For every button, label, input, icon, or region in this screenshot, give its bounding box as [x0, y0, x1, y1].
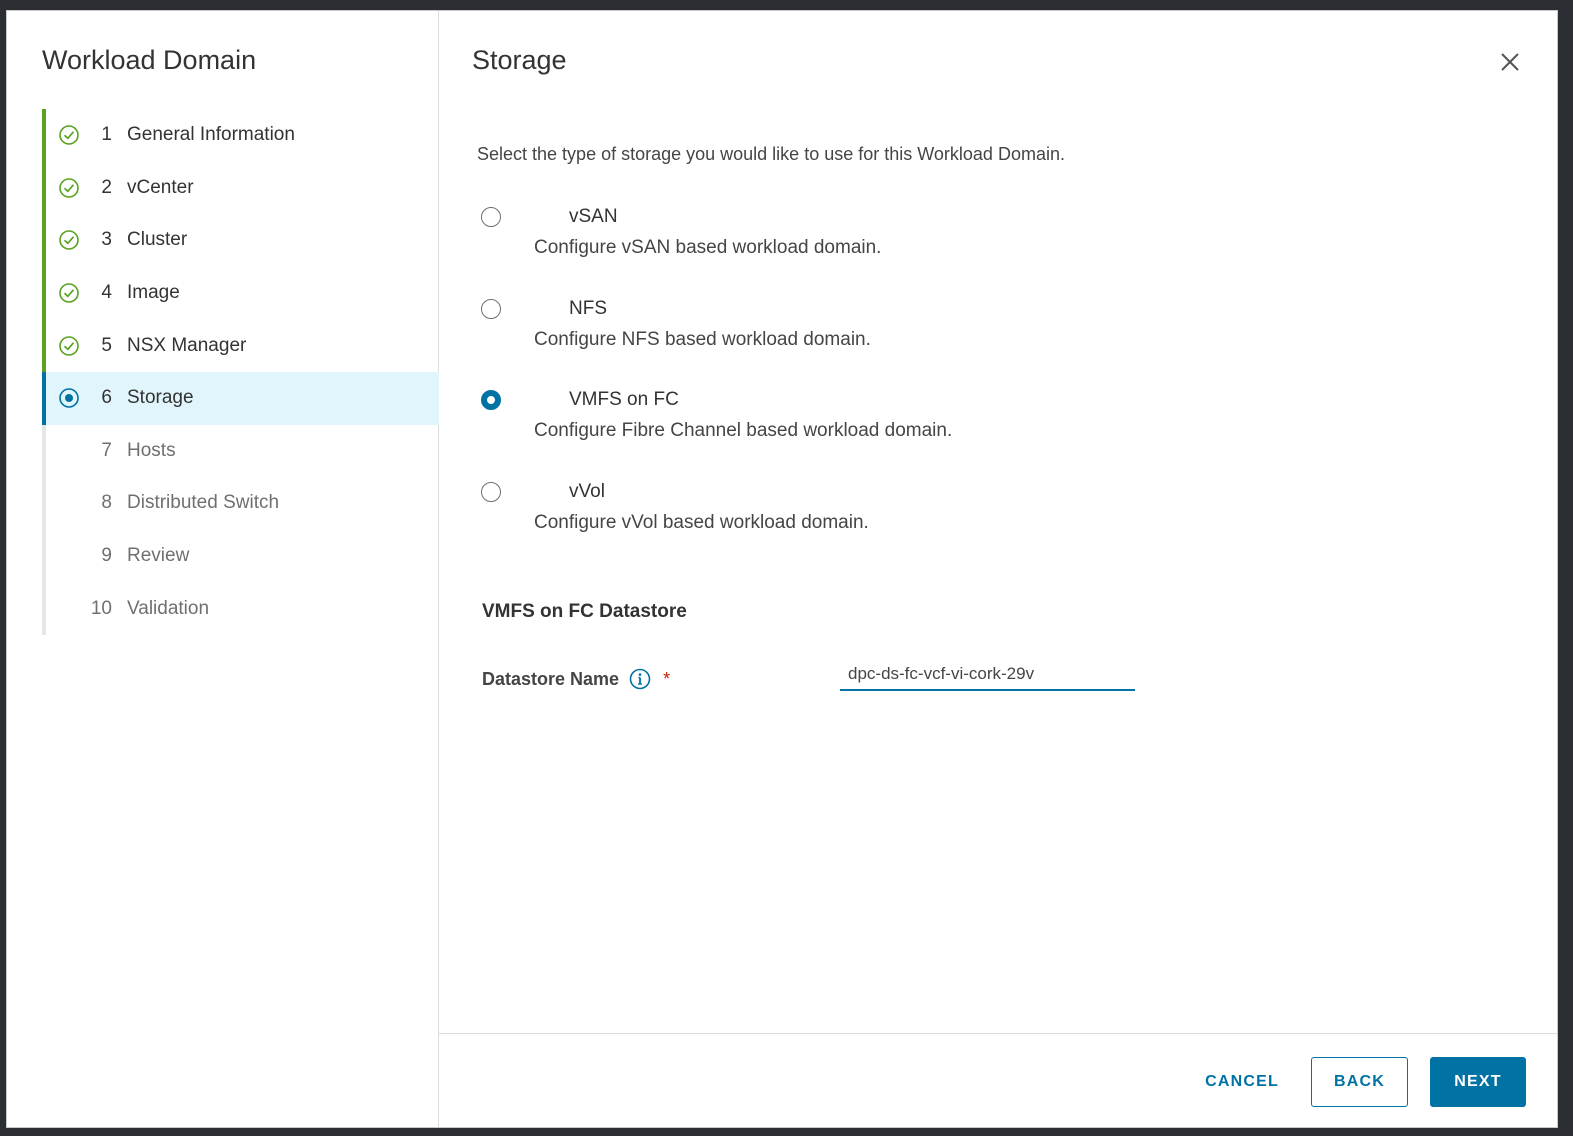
- step-label: Distributed Switch: [127, 492, 280, 514]
- check-circle-icon: [58, 177, 80, 199]
- step-number: 7: [101, 439, 112, 461]
- step-number: 9: [101, 545, 112, 567]
- wizard-title: Workload Domain: [42, 45, 257, 75]
- info-circle-icon[interactable]: [629, 668, 651, 690]
- storage-type-radio-group: vSAN Configure vSAN based workload domain…: [479, 201, 1379, 567]
- storage-option-nfs: NFS Configure NFS based workload domain.: [479, 293, 1379, 385]
- storage-option-vvol: vVol Configure vVol based workload domain…: [479, 476, 1379, 568]
- step-placeholder: [58, 492, 80, 514]
- radio-button[interactable]: [481, 390, 501, 410]
- step-label: Image: [127, 282, 180, 304]
- wizard-step-validation[interactable]: 10 Validation: [42, 582, 439, 635]
- step-label: Cluster: [127, 229, 188, 251]
- wizard-step-vcenter[interactable]: 2 vCenter: [42, 161, 439, 215]
- step-label: Review: [127, 545, 190, 567]
- radio-label[interactable]: NFS: [569, 298, 607, 320]
- wizard-footer: CANCEL BACK NEXT: [439, 1033, 1557, 1130]
- workload-domain-wizard-modal: Workload Domain 1 General Information 2 vCe…: [6, 10, 1558, 1128]
- step-label: NSX Manager: [127, 334, 247, 356]
- datastore-section-title: VMFS on FC Datastore: [482, 601, 687, 622]
- datastore-name-label-text: Datastore Name: [482, 668, 620, 689]
- wizard-step-storage[interactable]: 6 Storage: [42, 371, 439, 425]
- step-number: 2: [101, 176, 112, 198]
- wizard-steps-pane: Workload Domain 1 General Information 2 vCe…: [7, 11, 439, 1127]
- radio-label[interactable]: vSAN: [569, 206, 618, 228]
- wizard-step-review[interactable]: 9 Review: [42, 529, 439, 583]
- radio-description: Configure vVol based workload domain.: [534, 511, 869, 533]
- dot-circle-icon: [58, 387, 80, 409]
- close-icon: [1501, 53, 1519, 71]
- radio-button[interactable]: [481, 481, 501, 502]
- step-number: 3: [101, 229, 112, 251]
- step-number: 4: [101, 282, 112, 304]
- required-indicator: *: [663, 668, 671, 689]
- radio-label[interactable]: VMFS on FC: [569, 389, 679, 411]
- step-number: 6: [101, 387, 112, 409]
- step-label: vCenter: [127, 176, 194, 198]
- radio-description: Configure NFS based workload domain.: [534, 328, 871, 350]
- storage-option-vsan: vSAN Configure vSAN based workload domain…: [479, 201, 1379, 293]
- check-circle-icon: [58, 282, 80, 304]
- storage-intro-text: Select the type of storage you would lik…: [477, 144, 1065, 164]
- radio-button[interactable]: [481, 298, 501, 319]
- next-button[interactable]: NEXT: [1430, 1057, 1526, 1107]
- radio-description: Configure vSAN based workload domain.: [534, 237, 882, 258]
- step-number: 10: [90, 597, 112, 619]
- step-number: 1: [101, 124, 112, 146]
- datastore-name-label: Datastore Name *: [482, 668, 670, 690]
- back-button[interactable]: BACK: [1311, 1057, 1408, 1107]
- check-circle-icon: [58, 124, 80, 146]
- step-placeholder: [58, 598, 80, 620]
- step-number: 5: [101, 334, 112, 356]
- cancel-button[interactable]: CANCEL: [1187, 1057, 1297, 1107]
- step-label: General Information: [127, 124, 295, 146]
- check-circle-icon: [58, 335, 80, 357]
- wizard-step-hosts[interactable]: 7 Hosts: [42, 424, 439, 478]
- wizard-steps-list: 1 General Information 2 vCenter 3 Cluster 4 Ima…: [42, 109, 439, 635]
- step-label: Storage: [127, 387, 194, 409]
- step-label: Hosts: [127, 439, 176, 461]
- wizard-content-pane: Storage Select the type of storage you w…: [439, 11, 1557, 1127]
- radio-label[interactable]: vVol: [569, 481, 605, 503]
- wizard-step-general-information[interactable]: 1 General Information: [42, 109, 439, 162]
- check-circle-icon: [58, 229, 80, 251]
- radio-button[interactable]: [481, 207, 501, 227]
- step-label: Validation: [127, 597, 210, 619]
- wizard-step-distributed-switch[interactable]: 8 Distributed Switch: [42, 477, 439, 530]
- wizard-step-image[interactable]: 4 Image: [42, 266, 439, 320]
- step-placeholder: [58, 545, 80, 567]
- wizard-step-cluster[interactable]: 3 Cluster: [42, 214, 439, 267]
- close-button[interactable]: [1497, 49, 1523, 75]
- storage-option-vmfs-on-fc: VMFS on FC Configure Fibre Channel based …: [479, 384, 1379, 476]
- step-number: 8: [101, 492, 112, 514]
- page-title: Storage: [472, 45, 567, 75]
- radio-description: Configure Fibre Channel based workload d…: [534, 420, 953, 441]
- wizard-step-nsx-manager[interactable]: 5 NSX Manager: [42, 319, 439, 372]
- datastore-name-input[interactable]: [840, 659, 1135, 691]
- step-placeholder: [58, 440, 80, 462]
